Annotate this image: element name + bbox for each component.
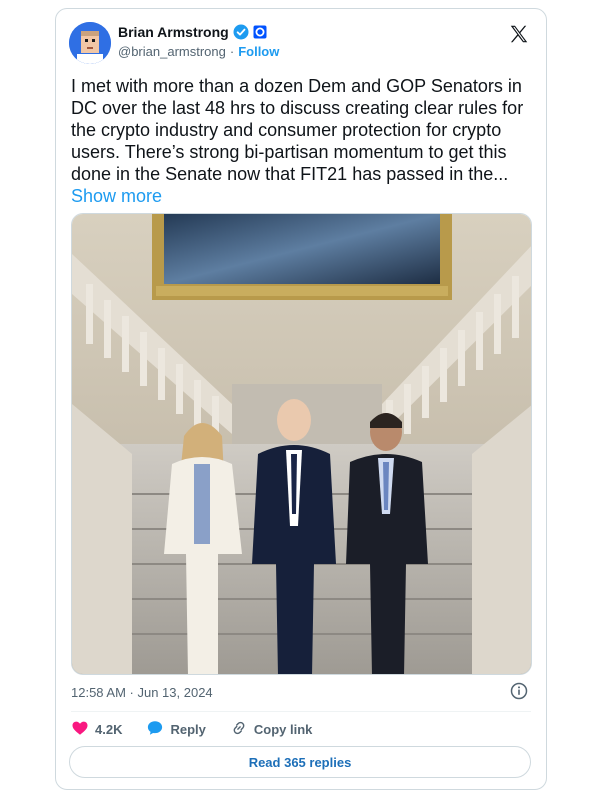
tweet-timestamp[interactable]: 12:58 AM · Jun 13, 2024	[71, 685, 213, 700]
read-replies-button[interactable]: Read 365 replies	[69, 746, 531, 778]
affiliate-badge-icon[interactable]	[253, 25, 267, 39]
action-bar: 4.2K Reply Copy link	[71, 717, 336, 741]
reply-label: Reply	[170, 721, 206, 737]
heart-icon	[71, 719, 89, 740]
info-icon[interactable]	[510, 682, 528, 700]
divider	[71, 711, 531, 712]
photo-scene	[72, 214, 531, 674]
author-handle[interactable]: @brian_armstrong	[118, 44, 226, 59]
link-icon	[230, 719, 248, 740]
x-logo-icon[interactable]	[508, 23, 530, 45]
like-button[interactable]: 4.2K	[71, 719, 122, 740]
like-count: 4.2K	[95, 721, 123, 737]
author-name[interactable]: Brian Armstrong	[118, 24, 229, 40]
reply-button[interactable]: Reply	[146, 719, 206, 740]
author-name-row: Brian Armstrong	[118, 24, 267, 40]
copy-link-label: Copy link	[253, 721, 313, 737]
tweet-text: I met with more than a dozen Dem and GOP…	[71, 75, 536, 207]
tweet-photo[interactable]	[71, 213, 532, 675]
author-handle-row: @brian_armstrong · Follow	[118, 44, 279, 59]
separator-dot: ·	[229, 44, 235, 59]
follow-button[interactable]: Follow	[238, 44, 279, 59]
show-more-link[interactable]: Show more	[71, 186, 162, 206]
copy-link-button[interactable]: Copy link	[230, 719, 313, 740]
verified-badge-icon	[233, 24, 249, 40]
tweet-body: I met with more than a dozen Dem and GOP…	[71, 76, 524, 184]
reply-bubble-icon	[146, 719, 164, 740]
tweet-card: Brian Armstrong @brian_armstrong · Follo…	[55, 8, 547, 790]
author-avatar[interactable]	[69, 22, 111, 64]
